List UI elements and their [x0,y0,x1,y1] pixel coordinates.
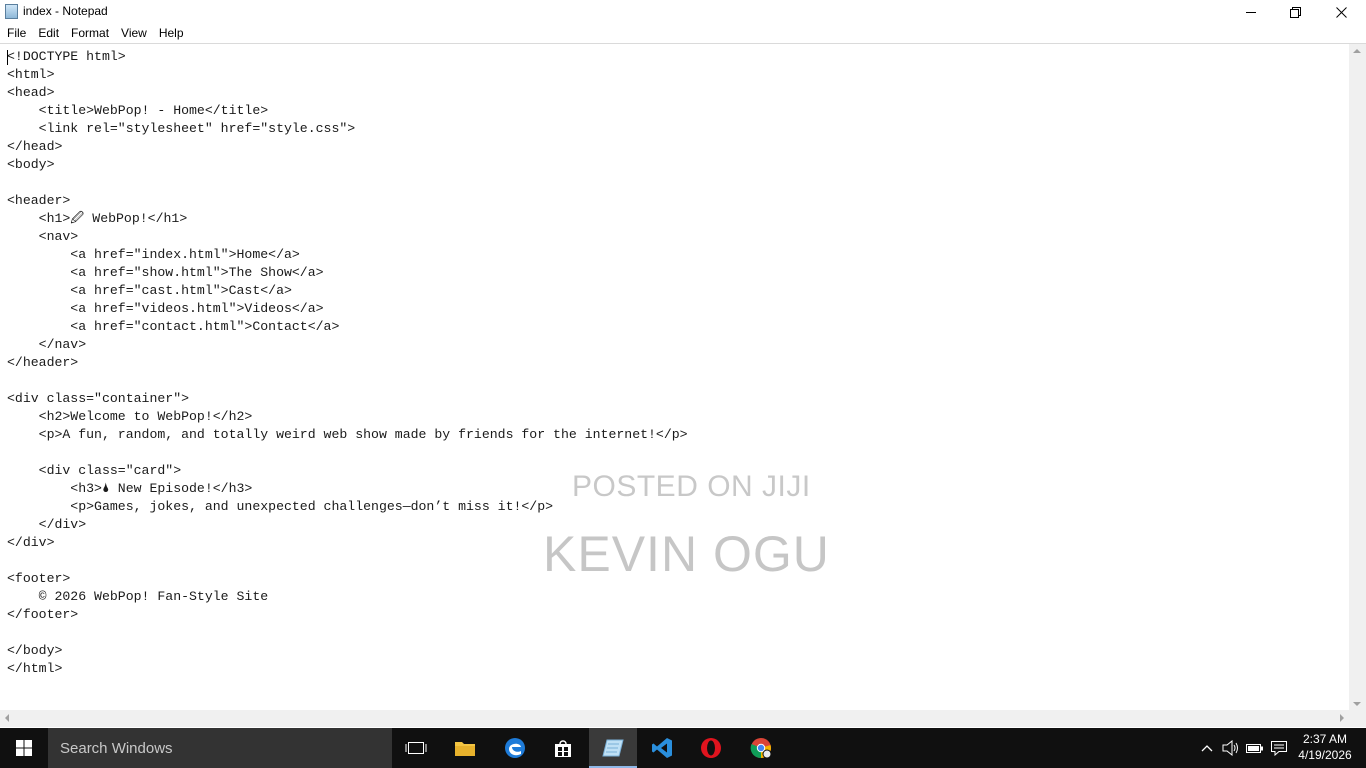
clock-time: 2:37 AM [1302,732,1348,746]
text-caret [7,50,8,65]
volume-icon [1222,740,1238,756]
opera-icon [701,738,721,758]
store-button[interactable] [539,728,587,768]
search-box[interactable]: Search Windows [48,728,392,768]
menu-format[interactable]: Format [65,24,115,43]
battery-icon [1246,744,1263,753]
scroll-up-icon[interactable] [1353,45,1361,53]
menu-file[interactable]: File [1,24,32,43]
menu-edit[interactable]: Edit [32,24,65,43]
window-title: index - Notepad [23,4,108,18]
scroll-left-icon[interactable] [1,714,9,722]
start-button[interactable] [0,728,48,768]
menu-view[interactable]: View [115,24,153,43]
restore-icon [1289,6,1301,18]
notification-icon [1271,741,1287,756]
horizontal-scrollbar[interactable] [0,710,1349,727]
editor-content[interactable]: <!DOCTYPE html> <html> <head> <title>Web… [7,48,688,678]
clock-date: 4/19/2026 [1298,748,1352,762]
volume-button[interactable] [1220,728,1242,768]
close-button[interactable] [1318,0,1364,24]
menu-bar: File Edit Format View Help [0,24,1366,43]
chrome-icon [750,738,772,759]
edge-button[interactable] [491,728,539,768]
action-center-button[interactable] [1268,728,1290,768]
chevron-up-icon [1201,745,1213,752]
title-bar: index - Notepad [0,0,1366,24]
store-icon [555,740,571,757]
notepad-taskbar-button[interactable] [589,728,637,768]
file-explorer-button[interactable] [441,728,489,768]
battery-button[interactable] [1244,728,1266,768]
task-view-button[interactable] [392,728,440,768]
notepad-icon [5,4,18,19]
show-hidden-icons-button[interactable] [1196,728,1218,768]
minimize-icon [1246,12,1256,13]
scroll-down-icon[interactable] [1353,702,1361,710]
vscode-icon [652,738,672,758]
minimize-button[interactable] [1228,0,1274,24]
scroll-corner [1349,710,1366,727]
menu-help[interactable]: Help [153,24,190,43]
vscode-button[interactable] [638,728,686,768]
windows-logo-icon [16,740,32,756]
notepad-icon [602,739,624,757]
search-placeholder: Search Windows [60,740,173,757]
text-editor[interactable]: <!DOCTYPE html> <html> <head> <title>Web… [0,43,1366,727]
file-explorer-icon [455,742,475,756]
close-icon [1335,6,1347,18]
scroll-right-icon[interactable] [1340,714,1348,722]
clock[interactable]: 2:37 AM 4/19/2026 [1292,731,1358,763]
task-view-icon [405,742,427,754]
edge-icon [505,738,525,758]
vertical-scrollbar[interactable] [1349,44,1366,711]
opera-button[interactable] [687,728,735,768]
taskbar: Search Windows 2:37 AM 4/19/2026 [0,728,1366,768]
restore-button[interactable] [1272,0,1318,24]
chrome-button[interactable] [737,728,785,768]
